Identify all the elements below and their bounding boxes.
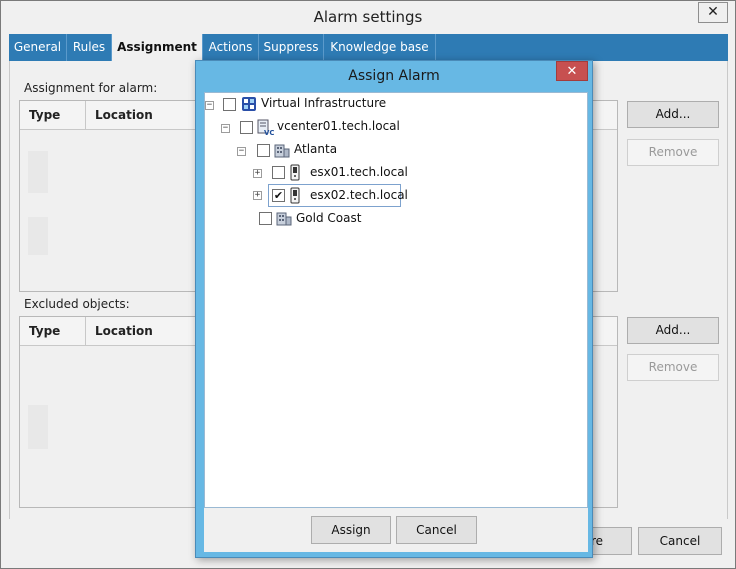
tree-checkbox[interactable] — [257, 144, 270, 157]
dialog-close-button[interactable]: ✕ — [556, 61, 588, 81]
tab-knowledge-base[interactable]: Knowledge base — [324, 34, 436, 61]
tab-actions[interactable]: Actions — [203, 34, 259, 61]
tree-node-atlanta[interactable]: Atlanta — [294, 142, 337, 156]
tree-checkbox[interactable] — [240, 121, 253, 134]
tab-assignment[interactable]: Assignment — [112, 34, 203, 61]
empty-row-shade — [28, 405, 48, 449]
tree-node-vcenter01[interactable]: vcenter01.tech.local — [277, 119, 400, 133]
dialog-cancel-button[interactable]: Cancel — [396, 516, 477, 544]
datacenter-icon — [276, 212, 292, 226]
dialog-title: Assign Alarm — [348, 68, 440, 84]
empty-row-shade — [28, 151, 48, 193]
excluded-add-button[interactable]: Add... — [627, 317, 719, 344]
cancel-button[interactable]: Cancel — [638, 527, 722, 555]
excluded-section-label: Excluded objects: — [24, 297, 130, 311]
assign-alarm-dialog: Assign Alarm ✕ − Virtual Infrastructure … — [195, 60, 593, 558]
tree-node-esx02[interactable]: esx02.tech.local — [310, 188, 408, 202]
tree-checkbox-checked[interactable]: ✔ — [272, 189, 285, 202]
excluded-remove-button[interactable]: Remove — [627, 354, 719, 381]
dialog-button-bar: Assign Cancel — [204, 508, 588, 552]
empty-row-shade — [28, 217, 48, 255]
tree-node-virtual-infrastructure[interactable]: Virtual Infrastructure — [261, 96, 386, 110]
datacenter-icon — [274, 144, 290, 158]
infrastructure-tree[interactable]: − Virtual Infrastructure − VC vcenter01.… — [204, 92, 588, 508]
tab-rules[interactable]: Rules — [67, 34, 112, 61]
assignment-add-button[interactable]: Add... — [627, 101, 719, 128]
assign-button[interactable]: Assign — [311, 516, 391, 544]
vcenter-icon: VC — [257, 119, 274, 136]
collapse-toggle[interactable]: − — [237, 147, 246, 156]
tree-checkbox[interactable] — [223, 98, 236, 111]
collapse-toggle[interactable]: − — [205, 101, 214, 110]
window-title: Alarm settings — [313, 8, 423, 26]
tree-checkbox[interactable] — [259, 212, 272, 225]
column-type[interactable]: Type — [20, 317, 86, 346]
host-icon — [290, 164, 300, 181]
expand-toggle[interactable]: + — [253, 191, 262, 200]
window-close-button[interactable]: ✕ — [698, 2, 728, 23]
tree-node-esx01[interactable]: esx01.tech.local — [310, 165, 408, 179]
column-type[interactable]: Type — [20, 101, 86, 130]
virtual-infrastructure-icon — [242, 97, 256, 111]
tree-checkbox[interactable] — [272, 166, 285, 179]
tree-node-gold-coast[interactable]: Gold Coast — [296, 211, 361, 225]
tab-suppress[interactable]: Suppress — [259, 34, 324, 61]
assignment-remove-button[interactable]: Remove — [627, 139, 719, 166]
expand-toggle[interactable]: + — [253, 169, 262, 178]
host-icon — [290, 187, 300, 204]
collapse-toggle[interactable]: − — [221, 124, 230, 133]
tab-bar: General Rules Assignment Actions Suppres… — [9, 34, 728, 61]
svg-text:VC: VC — [264, 129, 274, 136]
tab-general[interactable]: General — [9, 34, 67, 61]
assignment-section-label: Assignment for alarm: — [24, 81, 158, 95]
